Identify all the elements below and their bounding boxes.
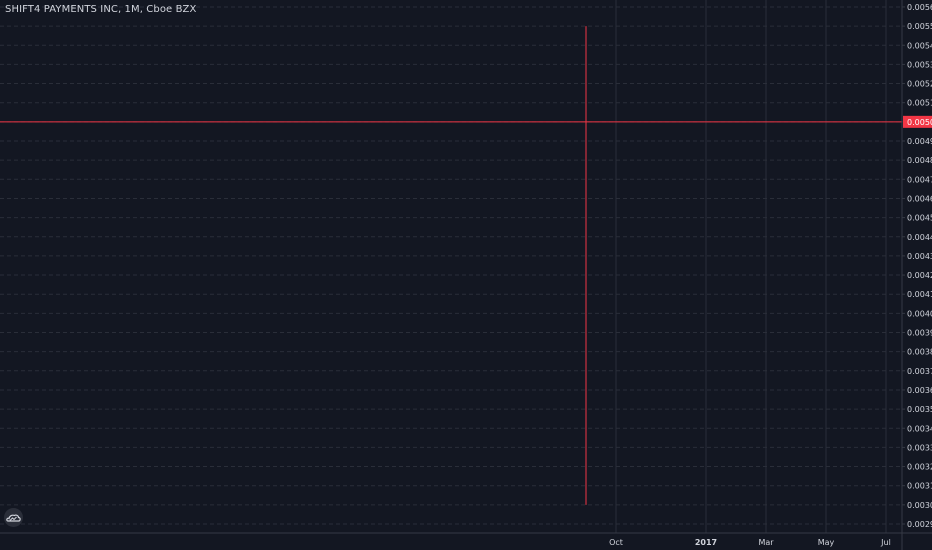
chart-title: SHIFT4 PAYMENTS INC, 1M, Cboe BZX [5,4,197,15]
price-tick-label: 0.0037 [907,367,932,376]
price-tick-label: 0.0043 [907,252,932,261]
time-tick-label: Oct [609,538,623,547]
price-chart[interactable]: 0.0056 0.0055 0.0054 0.0053 0.0052 0.0051 0.00… [0,0,932,550]
time-tick-label: Jul [880,538,891,547]
price-tick-label: 0.0045 [907,214,932,223]
price-tick-label: 0.0055 [907,22,932,31]
price-tick-label: 0.0053 [907,60,932,69]
price-tick-label: 0.0052 [907,80,932,89]
price-tick-label: 0.0035 [907,405,932,414]
price-tick-label: 0.0049 [907,137,932,146]
price-axis[interactable]: 0.0056 0.0055 0.0054 0.0053 0.0052 0.0051 0.00… [901,0,932,550]
price-tick-label: 0.0041 [907,290,932,299]
price-tick-label: 0.0054 [907,41,932,50]
price-tick-label: 0.0031 [907,482,932,491]
tradingview-cloud-icon[interactable] [4,508,23,527]
price-tick-label: 0.0029 [907,520,932,529]
price-tick-label: 0.0044 [907,233,932,242]
cloud-icon [6,514,21,522]
price-tick-label: 0.0040 [907,309,932,318]
time-tick-label: 2017 [695,538,717,547]
time-tick-label: May [818,538,835,547]
price-tick-label: 0.0033 [907,443,932,452]
price-tick-label: 0.0034 [907,424,932,433]
price-tick-label: 0.0051 [907,99,932,108]
price-tick-label: 0.0048 [907,156,932,165]
price-tick-label: 0.0042 [907,271,932,280]
price-tick-label: 0.0047 [907,175,932,184]
price-tick-label: 0.0038 [907,348,932,357]
last-price-label: 0.0050 [907,118,932,127]
price-tick-label: 0.0039 [907,329,932,338]
price-tick-label: 0.0046 [907,194,932,203]
price-tick-label: 0.0056 [907,3,932,12]
price-tick-label: 0.0030 [907,501,932,510]
price-tick-label: 0.0036 [907,386,932,395]
time-tick-label: Mar [758,538,774,547]
price-tick-label: 0.0032 [907,463,932,472]
